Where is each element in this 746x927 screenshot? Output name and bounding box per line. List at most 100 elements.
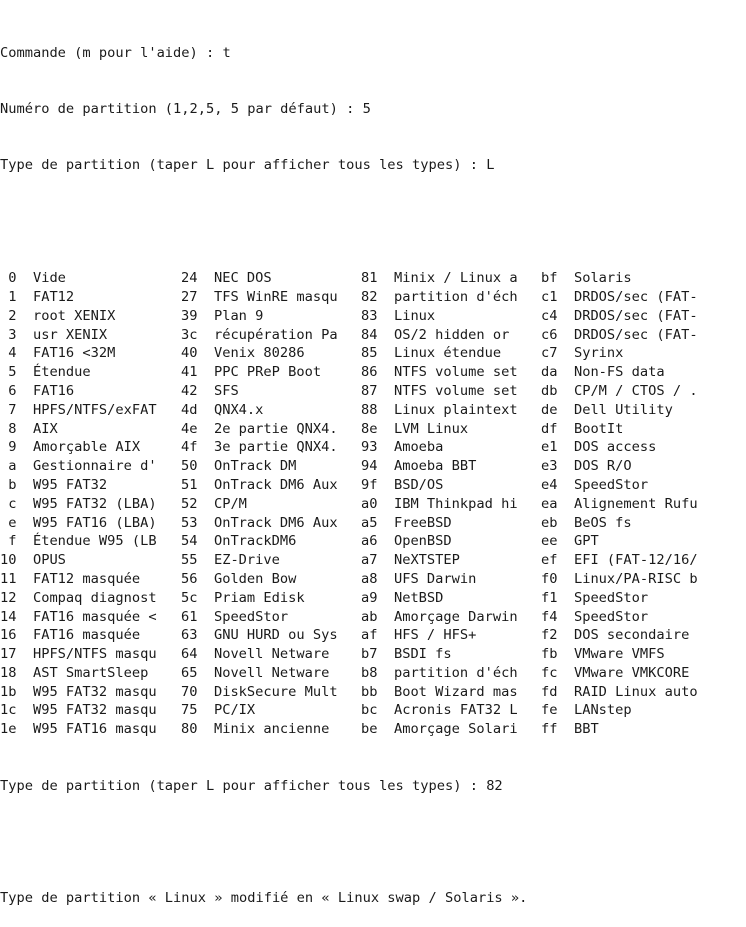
partition-type-entry: c6 DRDOS/sec (FAT-: [541, 326, 698, 343]
partition-type-entry: 2 root XENIX: [0, 307, 116, 324]
partition-type-entry: 14 FAT16 masquée <: [0, 608, 157, 625]
partition-type-entry: 3c récupération Pa: [181, 326, 338, 343]
partition-type-entry: 61 SpeedStor: [181, 608, 289, 625]
partition-type-entry: 94 Amoeba BBT: [361, 458, 477, 475]
partition-type-entry: 4d QNX4.x: [181, 401, 264, 418]
partition-type-entry: be Amorçage Solari: [361, 721, 518, 738]
partition-type-entry: 88 Linux plaintext: [361, 401, 518, 418]
partition-type-entry: 51 OnTrack DM6 Aux: [181, 476, 338, 493]
table-row: a Gestionnaire d' 50 OnTrack DM 94 Amoeba …: [0, 457, 746, 476]
partition-type-entry: 85 Linux étendue: [361, 345, 502, 362]
partition-type-prompt-line: Type de partition (taper L pour afficher…: [0, 157, 495, 174]
partition-type-entry: bf Solaris: [541, 270, 632, 287]
table-row: 8 AIX 4e 2e partie QNX4. 8e LVM Linux df Bo…: [0, 420, 746, 439]
partition-type-entry: 5c Priam Edisk: [181, 589, 305, 606]
partition-type-entry: 65 Novell Netware: [181, 664, 330, 681]
partition-type-entry: 24 NEC DOS: [181, 270, 272, 287]
table-row: 5 Étendue 41 PPC PReP Boot 86 NTFS volume …: [0, 363, 746, 382]
partition-type-entry: 40 Venix 80286: [181, 345, 305, 362]
table-row: 16 FAT16 masquée 63 GNU HURD ou Sys af HFS…: [0, 626, 746, 645]
partition-type-entry: c4 DRDOS/sec (FAT-: [541, 307, 698, 324]
partition-type-entry: 63 GNU HURD ou Sys: [181, 627, 338, 644]
partition-type-entry: 1b W95 FAT32 masqu: [0, 683, 157, 700]
partition-type-entry: 16 FAT16 masquée: [0, 627, 141, 644]
table-row: 14 FAT16 masquée < 61 SpeedStor ab Amorçag…: [0, 608, 746, 627]
partition-type-entry: 27 TFS WinRE masqu: [181, 288, 338, 305]
partition-type-entry: 86 NTFS volume set: [361, 364, 518, 381]
partition-type-entry: fb VMware VMFS: [541, 646, 665, 663]
table-row: 1b W95 FAT32 masqu 70 DiskSecure Mult bb B…: [0, 683, 746, 702]
partition-type-entry: 4 FAT16 <32M: [0, 345, 116, 362]
partition-type-entry: a Gestionnaire d': [0, 458, 157, 475]
partition-type-entry: 11 FAT12 masquée: [0, 570, 141, 587]
partition-type-entry: 42 SFS: [181, 382, 239, 399]
partition-type-entry: f0 Linux/PA-RISC b: [541, 570, 698, 587]
partition-type-entry: 7 HPFS/NTFS/exFAT: [0, 401, 157, 418]
partition-type-entry: ee GPT: [541, 533, 599, 550]
partition-type-entry: 9f BSD/OS: [361, 476, 444, 493]
partition-type-entry: 75 PC/IX: [181, 702, 256, 719]
partition-type-entry: c W95 FAT32 (LBA): [0, 495, 157, 512]
partition-type-entry: fe LANstep: [541, 702, 632, 719]
partition-type-entry: e W95 FAT16 (LBA): [0, 514, 157, 531]
table-row: e W95 FAT16 (LBA) 53 OnTrack DM6 Aux a5 Fr…: [0, 514, 746, 533]
partition-type-entry: 54 OnTrackDM6: [181, 533, 297, 550]
partition-type-entry: 83 Linux: [361, 307, 436, 324]
table-row: 1e W95 FAT16 masqu 80 Minix ancienne be Am…: [0, 720, 746, 739]
partition-type-entry: af HFS / HFS+: [361, 627, 477, 644]
partition-type-entry: 53 OnTrack DM6 Aux: [181, 514, 338, 531]
type-changed-message: Type de partition « Linux » modifié en «…: [0, 890, 528, 907]
partition-type-entry: eb BeOS fs: [541, 514, 632, 531]
partition-type-entry: 93 Amoeba: [361, 439, 444, 456]
partition-number-prompt-line: Numéro de partition (1,2,5, 5 par défaut…: [0, 100, 371, 117]
partition-type-entry: a5 FreeBSD: [361, 514, 452, 531]
partition-type-entry: a8 UFS Darwin: [361, 570, 477, 587]
partition-type-entry: 1c W95 FAT32 masqu: [0, 702, 157, 719]
partition-type-entry: 12 Compaq diagnost: [0, 589, 157, 606]
partition-type-entry: 52 CP/M: [181, 495, 247, 512]
partition-type-entry: ff BBT: [541, 721, 599, 738]
partition-type-entry: 84 OS/2 hidden or: [361, 326, 510, 343]
table-row: 2 root XENIX 39 Plan 9 83 Linux c4 DRDOS/se…: [0, 307, 746, 326]
partition-type-entry: 80 Minix ancienne: [181, 721, 330, 738]
partition-type-entry: e3 DOS R/O: [541, 458, 632, 475]
partition-type-entry: ea Alignement Rufu: [541, 495, 698, 512]
table-row: 4 FAT16 <32M 40 Venix 80286 85 Linux étend…: [0, 344, 746, 363]
partition-type-entry: 0 Vide: [0, 270, 66, 287]
table-row: 11 FAT12 masquée 56 Golden Bow a8 UFS Darw…: [0, 570, 746, 589]
partition-type-entry: fd RAID Linux auto: [541, 683, 698, 700]
partition-type-entry: 39 Plan 9: [181, 307, 264, 324]
partition-type-entry: bb Boot Wizard mas: [361, 683, 518, 700]
partition-type-entry: f1 SpeedStor: [541, 589, 649, 606]
table-row: 12 Compaq diagnost 5c Priam Edisk a9 NetBS…: [0, 589, 746, 608]
partition-type-entry: 1 FAT12: [0, 288, 75, 305]
partition-type-entry: bc Acronis FAT32 L: [361, 702, 518, 719]
partition-type-entry: 64 Novell Netware: [181, 646, 330, 663]
partition-type-entry: 10 OPUS: [0, 552, 66, 569]
partition-type-entry: 3 usr XENIX: [0, 326, 108, 343]
partition-type-entry: b W95 FAT32: [0, 476, 108, 493]
partition-type-entry: b8 partition d'éch: [361, 664, 518, 681]
partition-type-entry: 55 EZ-Drive: [181, 552, 280, 569]
command-prompt-line: Commande (m pour l'aide) : t: [0, 44, 231, 61]
partition-type-entry: e1 DOS access: [541, 439, 657, 456]
partition-type-entry: 5 Étendue: [0, 364, 91, 381]
partition-type-entry: 6 FAT16: [0, 382, 75, 399]
table-row: b W95 FAT32 51 OnTrack DM6 Aux 9f BSD/OS e4…: [0, 476, 746, 495]
partition-type-entry: b7 BSDI fs: [361, 646, 452, 663]
partition-type-entry: 17 HPFS/NTFS masqu: [0, 646, 157, 663]
partition-type-entry: 50 OnTrack DM: [181, 458, 297, 475]
partition-type-entry: f2 DOS secondaire: [541, 627, 690, 644]
partition-type-entry: f Étendue W95 (LB: [0, 533, 157, 550]
partition-type-entry: 70 DiskSecure Mult: [181, 683, 338, 700]
table-row: 3 usr XENIX 3c récupération Pa 84 OS/2 hid…: [0, 326, 746, 345]
partition-type-entry: a7 NeXTSTEP: [361, 552, 460, 569]
partition-type-entry: a9 NetBSD: [361, 589, 444, 606]
table-row: 17 HPFS/NTFS masqu 64 Novell Netware b7 BS…: [0, 645, 746, 664]
table-row: 1c W95 FAT32 masqu 75 PC/IX bc Acronis FAT…: [0, 701, 746, 720]
partition-type-entry: 8 AIX: [0, 420, 58, 437]
table-row: 18 AST SmartSleep 65 Novell Netware b8 par…: [0, 664, 746, 683]
partition-type-entry: 1e W95 FAT16 masqu: [0, 721, 157, 738]
